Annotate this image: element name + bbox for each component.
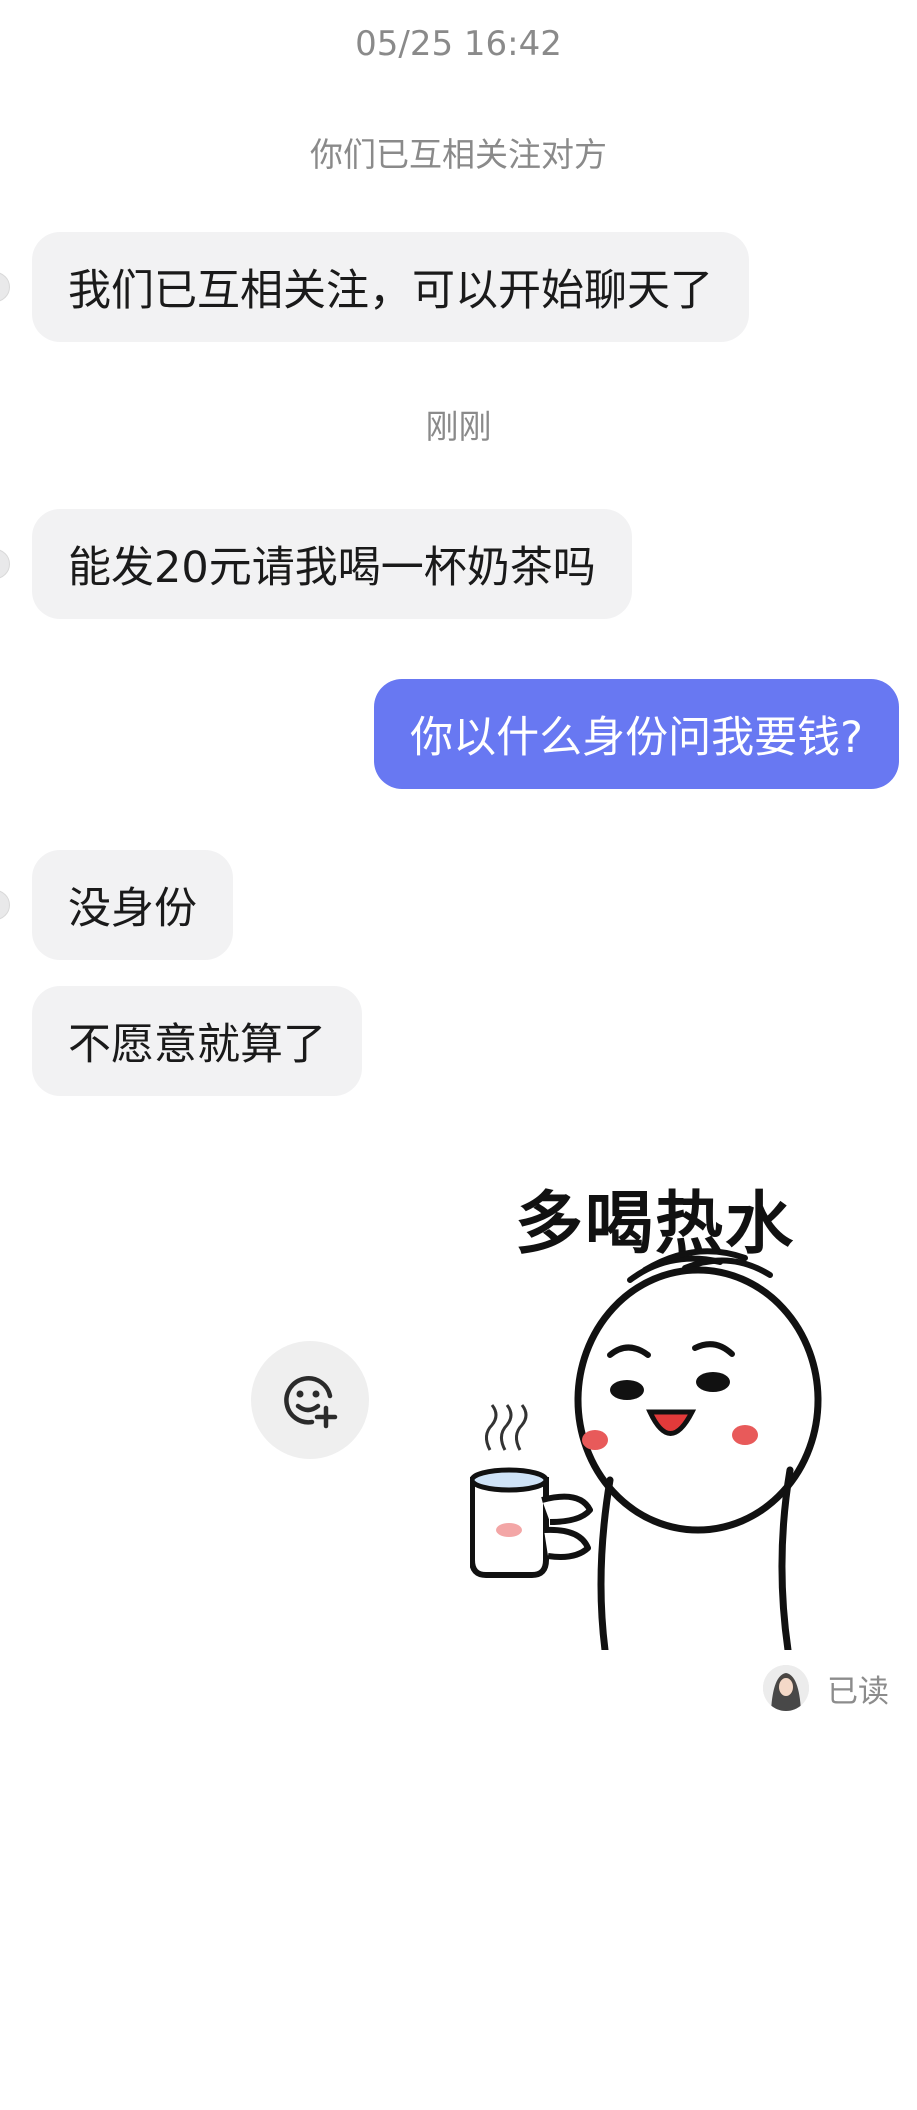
cartoon-drinking-hot-water-icon[interactable]	[470, 1150, 830, 1650]
message-bubble-outgoing[interactable]: 你以什么身份问我要钱?	[374, 679, 899, 789]
emoji-add-icon	[284, 1376, 338, 1429]
read-label: 已读	[827, 1673, 889, 1710]
avatar-icon	[763, 1665, 809, 1711]
add-sticker-button[interactable]	[251, 1341, 369, 1459]
message-bubble-incoming[interactable]: 没身份	[32, 850, 233, 960]
chat-screen: 05/25 16:42 你们已互相关注对方 我们已互相关注，可以开始聊天了 刚刚…	[0, 0, 917, 2110]
timestamp: 05/25 16:42	[355, 24, 562, 64]
sender-avatar[interactable]	[0, 549, 10, 579]
read-receipt: 已读	[763, 1665, 889, 1711]
system-notice: 你们已互相关注对方	[310, 135, 607, 174]
time-divider: 刚刚	[425, 407, 492, 446]
message-bubble-incoming[interactable]: 能发20元请我喝一杯奶茶吗	[32, 509, 632, 619]
sender-avatar[interactable]	[0, 272, 10, 302]
sender-avatar[interactable]	[0, 890, 10, 920]
message-bubble-incoming[interactable]: 我们已互相关注，可以开始聊天了	[32, 232, 749, 342]
message-bubble-incoming[interactable]: 不愿意就算了	[32, 986, 362, 1096]
